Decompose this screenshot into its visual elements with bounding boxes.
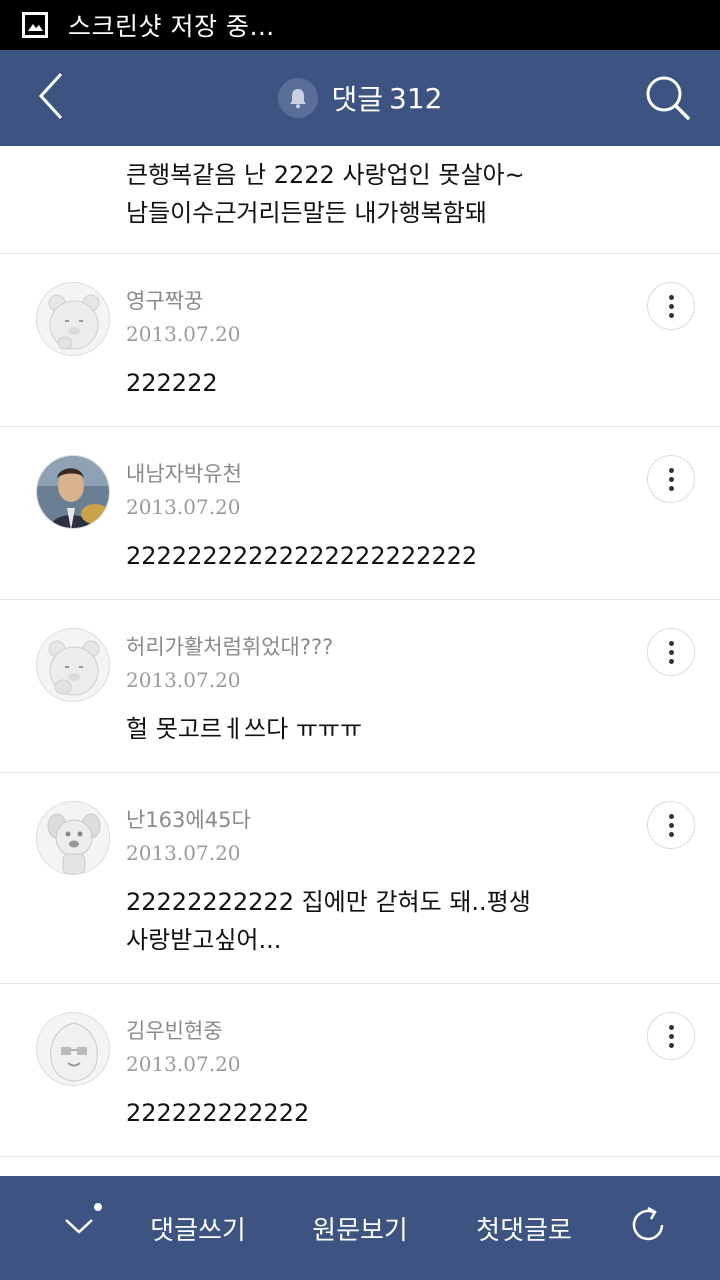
more-options-button[interactable]: [647, 628, 695, 676]
chevron-down-icon: [63, 1213, 95, 1243]
bottom-toolbar: 댓글쓰기 원문보기 첫댓글로: [0, 1176, 720, 1280]
bear-character-avatar[interactable]: [36, 628, 110, 702]
notification-dot: [94, 1203, 102, 1211]
comment-text: 22222222222222222222222: [126, 542, 478, 570]
first-comment-button[interactable]: 첫댓글로: [456, 1176, 592, 1280]
comment-text: 222222: [126, 369, 218, 397]
dot: [668, 485, 674, 491]
comment-date: 2013.07.20: [126, 322, 241, 346]
dot: [668, 303, 674, 309]
comment-item: 허리가활처럼휘었대??? 2013.07.20 헐 못고르ㅔ쓰다 ㅠㅠㅠ: [0, 600, 720, 773]
back-chevron-icon: [37, 71, 67, 125]
comment-date: 2013.07.20: [126, 495, 241, 519]
more-options-button[interactable]: [647, 282, 695, 330]
comment-item: 난163에45다 2013.07.20 22222222222 집에만 갇혀도 …: [0, 773, 720, 984]
status-bar: 스크린샷 저장 중…: [0, 0, 720, 50]
status-text: 스크린샷 저장 중…: [68, 12, 275, 41]
comment-author: 영구짝꿍: [126, 289, 204, 313]
comment-item: 김우빈현중 2013.07.20 222222222222: [0, 984, 720, 1157]
dot: [668, 312, 674, 318]
dot: [668, 831, 674, 837]
bear-character-avatar[interactable]: [36, 282, 110, 356]
page-title: 댓글: [331, 83, 384, 116]
more-options-button[interactable]: [647, 801, 695, 849]
comment-author: 허리가활처럼휘었대???: [126, 635, 334, 659]
more-options-button[interactable]: [647, 1012, 695, 1060]
comment-author: 김우빈현중: [126, 1019, 223, 1043]
comment-item: 영구짝꿍 2013.07.20 222222: [0, 254, 720, 427]
dot: [668, 1024, 674, 1030]
comment-text: 큰행복같음 난 2222 사랑업인 못살아~ 남들이수근거리든말든 내가행복함돼: [126, 161, 525, 227]
dot: [668, 649, 674, 655]
dot: [668, 294, 674, 300]
search-icon: [644, 74, 692, 126]
dot: [668, 476, 674, 482]
dot: [668, 467, 674, 473]
comment-text: 헐 못고르ㅔ쓰다 ㅠㅠㅠ: [126, 715, 363, 743]
comment-count: 312: [389, 81, 443, 115]
comment-text: 22222222222 집에만 갇혀도 돼..평생 사랑받고싶어...: [126, 888, 531, 954]
comment-item: 내남자박유천 2013.07.20 2222222222222222222222…: [0, 427, 720, 600]
view-original-button[interactable]: 원문보기: [296, 1176, 424, 1280]
write-comment-button[interactable]: 댓글쓰기: [130, 1176, 266, 1280]
comment-author: 내남자박유천: [126, 462, 242, 486]
header: 댓글 312: [0, 50, 720, 146]
photo-avatar[interactable]: [36, 455, 110, 529]
comment-date: 2013.07.20: [126, 1052, 241, 1076]
more-options-button[interactable]: [647, 455, 695, 503]
bell-icon[interactable]: [277, 78, 318, 118]
header-title: 댓글 312: [0, 50, 720, 146]
image-icon: [22, 12, 48, 38]
dot: [668, 822, 674, 828]
dot: [668, 640, 674, 646]
comment-list[interactable]: 큰행복같음 난 2222 사랑업인 못살아~ 남들이수근거리든말든 내가행복함돼…: [0, 146, 720, 1176]
collapse-button[interactable]: [44, 1176, 114, 1280]
comment-text: 222222222222: [126, 1099, 310, 1127]
dog-character-avatar[interactable]: [36, 801, 110, 875]
dot: [668, 1042, 674, 1048]
back-button[interactable]: [26, 72, 78, 124]
dot: [668, 813, 674, 819]
dot: [668, 1033, 674, 1039]
search-button[interactable]: [640, 72, 696, 128]
comment-author: 난163에45다: [126, 808, 251, 832]
refresh-button[interactable]: [616, 1176, 680, 1280]
dot: [668, 658, 674, 664]
peach-character-avatar[interactable]: [36, 1012, 110, 1086]
list-item: 큰행복같음 난 2222 사랑업인 못살아~ 남들이수근거리든말든 내가행복함돼: [0, 146, 720, 254]
comment-date: 2013.07.20: [126, 668, 241, 692]
comment-date: 2013.07.20: [126, 841, 241, 865]
refresh-icon: [626, 1203, 670, 1254]
